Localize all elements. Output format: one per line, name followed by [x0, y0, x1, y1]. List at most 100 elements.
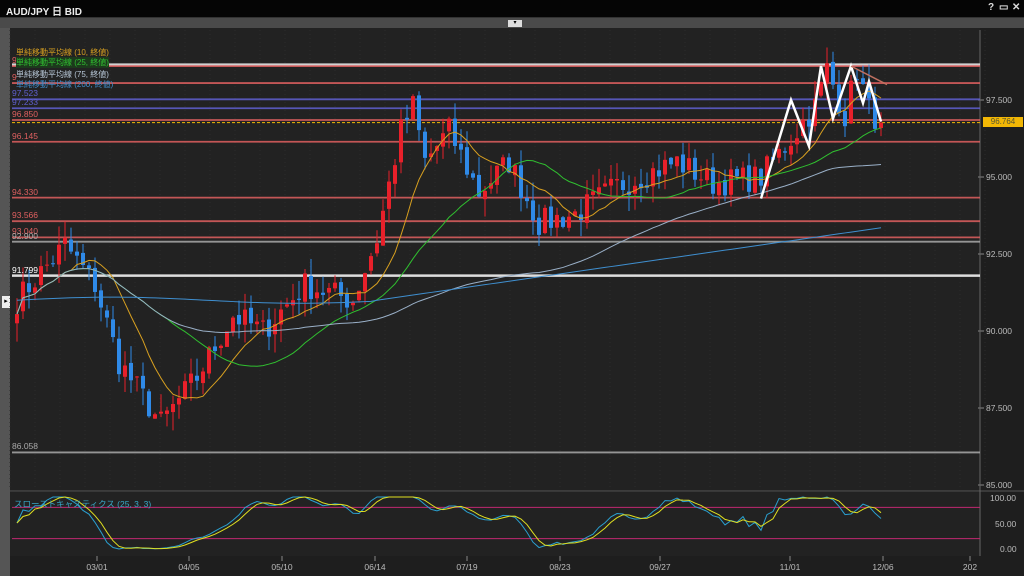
candle-body — [603, 183, 607, 186]
candle-body — [687, 158, 691, 170]
x-tick-label: 12/06 — [872, 562, 894, 572]
candle-body — [123, 366, 127, 377]
y-tick-label: 92.500 — [986, 249, 1012, 259]
y-tick-label: 90.000 — [986, 326, 1012, 336]
x-tick-label: 202 — [963, 562, 977, 572]
candle-body — [147, 391, 151, 416]
candle-body — [717, 183, 721, 196]
candle-body — [141, 376, 145, 389]
candle-body — [213, 346, 217, 351]
level-label: 93.566 — [12, 210, 38, 220]
candle — [225, 331, 229, 347]
candle-body — [261, 321, 265, 322]
legend-sma25: 単純移動平均線 (25, 終値) — [16, 57, 109, 68]
candle-body — [723, 180, 727, 195]
candle-body — [735, 169, 739, 176]
candle-body — [165, 410, 169, 413]
level-label: 96.145 — [12, 131, 38, 141]
price-chart[interactable]: 97.50095.00092.50090.00087.50085.00003/0… — [0, 0, 1024, 576]
candle-body — [795, 138, 799, 144]
candle-body — [381, 211, 385, 246]
level-label: 96.850 — [12, 109, 38, 119]
candle-body — [357, 291, 361, 300]
candle-body — [681, 154, 685, 172]
candle-body — [135, 376, 139, 377]
candle-body — [675, 156, 679, 166]
osc-tick: 50.00 — [995, 519, 1016, 529]
candle-body — [255, 322, 259, 325]
candle-body — [129, 363, 133, 380]
candle-body — [27, 283, 31, 292]
x-tick-label: 03/01 — [86, 562, 108, 572]
candle-body — [591, 191, 595, 195]
candle-body — [327, 288, 331, 293]
candle-body — [615, 179, 619, 180]
candle-body — [297, 299, 301, 300]
candle-body — [561, 217, 565, 227]
candle-body — [321, 293, 325, 295]
candle-body — [285, 304, 289, 306]
candle-body — [117, 339, 121, 374]
main-panel-bg — [10, 28, 980, 491]
candle-body — [399, 120, 403, 163]
candle-body — [879, 123, 883, 128]
candle-body — [783, 151, 787, 152]
level-label: 86.058 — [12, 441, 38, 451]
candle-body — [495, 166, 499, 185]
osc-tick: 100.00 — [990, 493, 1016, 503]
candle-body — [207, 347, 211, 373]
candle-body — [807, 120, 811, 127]
candle-body — [231, 318, 235, 332]
candle — [411, 94, 415, 120]
y-tick-label: 97.500 — [986, 95, 1012, 105]
x-tick-label: 08/23 — [549, 562, 571, 572]
candle-body — [705, 169, 709, 181]
candle-body — [567, 217, 571, 228]
candle-body — [831, 62, 835, 85]
candle-body — [531, 200, 535, 220]
x-tick-label: 11/01 — [780, 562, 801, 572]
candle-body — [171, 404, 175, 412]
candle-body — [825, 63, 829, 83]
candle-body — [249, 308, 253, 323]
candle-body — [501, 157, 505, 165]
candle — [849, 75, 853, 124]
candle-body — [417, 95, 421, 130]
candle-body — [195, 376, 199, 381]
candle-body — [465, 147, 469, 175]
candle-body — [69, 240, 73, 252]
candle-body — [459, 144, 463, 150]
candle-body — [483, 191, 487, 199]
candle-body — [861, 78, 865, 84]
candle-body — [549, 207, 553, 228]
candle — [543, 205, 547, 235]
candle-body — [393, 165, 397, 184]
candle-body — [111, 319, 115, 337]
x-tick-label: 07/19 — [456, 562, 478, 572]
candle-body — [843, 111, 847, 126]
candle-body — [663, 160, 667, 175]
current-price-badge: 96.764 — [983, 117, 1023, 127]
candle-body — [819, 82, 823, 96]
candle-body — [333, 283, 337, 289]
candle-body — [411, 96, 415, 119]
candle-body — [15, 314, 19, 323]
candle-body — [789, 146, 793, 155]
candle-body — [63, 238, 67, 244]
candle-body — [699, 179, 703, 180]
candle-body — [177, 398, 181, 404]
candle-body — [225, 331, 229, 346]
candle-body — [423, 132, 427, 158]
candle-body — [351, 303, 355, 305]
candle-body — [543, 208, 547, 233]
y-tick-label: 85.000 — [986, 480, 1012, 490]
candle-body — [99, 290, 103, 307]
candle-body — [747, 165, 751, 192]
x-tick-label: 06/14 — [364, 562, 386, 572]
candle-body — [609, 179, 613, 186]
candle-body — [315, 292, 319, 298]
candle-body — [39, 266, 43, 285]
candle-body — [51, 263, 55, 264]
candle-body — [189, 374, 193, 383]
candle-body — [657, 170, 661, 176]
